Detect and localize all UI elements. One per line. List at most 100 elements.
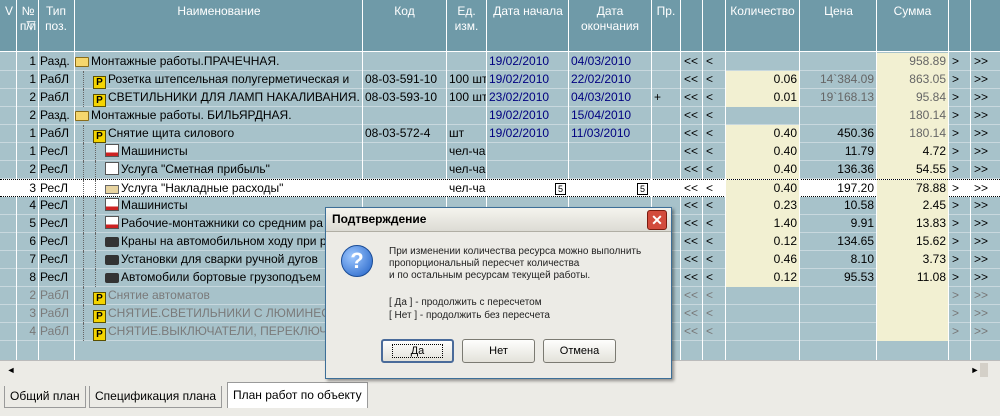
nav-first-button[interactable]: << [682,161,702,179]
row-name[interactable]: Рабочие-монтажники со средним ра [75,215,362,233]
row-name[interactable]: Установки для сварки ручной дугов [75,251,362,269]
yes-button[interactable]: Да [381,339,454,363]
nav-first-button[interactable]: << [682,180,702,198]
nav-last-button[interactable]: >> [972,197,998,215]
nav-first-button[interactable]: << [682,251,702,269]
nav-last-button[interactable]: >> [972,180,998,198]
table-row[interactable]: 2 РабЛ P СВЕТИЛЬНИКИ ДЛЯ ЛАМП НАКАЛИВАНИЯ. … [0,89,1000,107]
row-name[interactable]: Услуга "Сметная прибыль" [75,161,362,179]
nav-last-button[interactable]: >> [972,107,998,125]
row-start-date[interactable]: 19/02/2010 [487,107,568,125]
nav-next-button[interactable]: > [950,180,970,198]
row-start-date[interactable]: 23/02/2010 [487,89,568,107]
nav-next-button[interactable]: > [950,161,970,179]
col-name[interactable]: Наименование [75,0,363,52]
row-name[interactable]: P Снятие щита силового [75,125,362,143]
nav-first-button[interactable]: << [682,233,702,251]
col-code[interactable]: Код [363,0,446,52]
nav-first-button[interactable]: << [682,53,702,71]
nav-first-button[interactable]: << [682,125,702,143]
nav-first-button[interactable]: << [682,143,702,161]
row-end-date[interactable] [569,161,651,179]
nav-last-button[interactable]: >> [972,323,998,341]
nav-prev-button[interactable]: < [704,89,724,107]
table-row[interactable]: 2 Разд. Монтажные работы. БИЛЬЯРДНАЯ. 19/02… [0,107,1000,125]
row-start-date[interactable] [487,161,568,179]
scroll-left-icon[interactable]: ◄ [4,363,18,377]
nav-prev-button[interactable]: < [704,197,724,215]
col-sum[interactable]: Сумма [877,0,948,52]
row-start-date[interactable] [487,143,568,161]
table-row[interactable]: 3 РесЛ Услуга "Накладные расходы" чел-час 5 5… [0,179,1000,198]
row-name[interactable]: Машинисты [75,143,362,161]
nav-next-button[interactable]: > [950,125,970,143]
row-end-date[interactable]: 22/02/2010 [569,71,651,89]
nav-first-button[interactable]: << [682,215,702,233]
row-quantity[interactable] [726,107,799,125]
nav-first-button[interactable]: << [682,323,702,341]
nav-prev-button[interactable]: < [704,287,724,305]
cancel-button[interactable]: Отмена [543,339,616,363]
row-quantity[interactable]: 0.40 [726,143,799,161]
no-button[interactable]: Нет [462,339,535,363]
row-quantity[interactable]: 0.12 [726,269,799,287]
row-quantity[interactable] [726,323,799,341]
col-start-date[interactable]: Дата начала [487,0,569,52]
row-quantity[interactable]: 0.40 [726,125,799,143]
nav-last-button[interactable]: >> [972,125,998,143]
nav-next-button[interactable]: > [950,233,970,251]
nav-first-button[interactable]: << [682,305,702,323]
nav-prev-button[interactable]: < [704,53,724,71]
scroll-thumb[interactable] [980,363,988,377]
row-name[interactable]: P СНЯТИЕ.ВЫКЛЮЧАТЕЛИ, ПЕРЕКЛЮЧА [75,323,362,341]
table-row[interactable]: 1 РабЛ P Розетка штепсельная полугерметичес… [0,71,1000,89]
date-picker-button[interactable]: 5 [555,183,566,195]
row-quantity[interactable]: 0.23 [726,197,799,215]
nav-next-button[interactable]: > [950,251,970,269]
row-quantity[interactable]: 0.46 [726,251,799,269]
row-name[interactable]: Монтажные работы.ПРАЧЕЧНАЯ. [75,53,362,71]
nav-prev-button[interactable]: < [704,107,724,125]
row-name[interactable]: P СНЯТИЕ.СВЕТИЛЬНИКИ С ЛЮМИНЕСЦ [75,305,362,323]
row-quantity[interactable]: 1.40 [726,215,799,233]
nav-next-button[interactable]: > [950,305,970,323]
nav-last-button[interactable]: >> [972,215,998,233]
col-end-date[interactable]: Дата окончания [569,0,651,52]
nav-last-button[interactable]: >> [972,269,998,287]
row-end-date[interactable]: 15/04/2010 [569,107,651,125]
row-name[interactable]: P СВЕТИЛЬНИКИ ДЛЯ ЛАМП НАКАЛИВАНИЯ. С [75,89,362,107]
table-row[interactable]: 1 РабЛ P Снятие щита силового 08-03-572-4 шт 1… [0,125,1000,143]
nav-first-button[interactable]: << [682,107,702,125]
tab-object-work-plan[interactable]: План работ по объекту [227,382,368,408]
nav-next-button[interactable]: > [950,197,970,215]
row-quantity[interactable]: 0.06 [726,71,799,89]
close-icon[interactable]: ✕ [647,210,667,230]
nav-prev-button[interactable]: < [704,71,724,89]
col-pr[interactable]: Пр. [652,0,680,52]
col-unit[interactable]: Ед. изм. [447,0,486,52]
row-start-date[interactable]: 19/02/2010 [487,71,568,89]
nav-prev-button[interactable]: < [704,143,724,161]
nav-prev-button[interactable]: < [704,233,724,251]
nav-last-button[interactable]: >> [972,143,998,161]
row-quantity[interactable]: 0.40 [726,161,799,179]
nav-first-button[interactable]: << [682,89,702,107]
row-end-date[interactable] [569,143,651,161]
date-picker-button[interactable]: 5 [637,183,648,195]
nav-last-button[interactable]: >> [972,233,998,251]
row-quantity[interactable] [726,287,799,305]
nav-last-button[interactable]: >> [972,53,998,71]
nav-prev-button[interactable]: < [704,269,724,287]
nav-next-button[interactable]: > [950,143,970,161]
nav-prev-button[interactable]: < [704,251,724,269]
nav-first-button[interactable]: << [682,269,702,287]
nav-last-button[interactable]: >> [972,305,998,323]
nav-first-button[interactable]: << [682,287,702,305]
nav-last-button[interactable]: >> [972,71,998,89]
row-name[interactable]: Услуга "Накладные расходы" [75,180,362,198]
row-name[interactable]: Автомобили бортовые грузоподъем [75,269,362,287]
row-quantity[interactable]: 0.12 [726,233,799,251]
nav-first-button[interactable]: << [682,71,702,89]
col-quantity[interactable]: Количество [726,0,799,52]
nav-prev-button[interactable]: < [704,215,724,233]
